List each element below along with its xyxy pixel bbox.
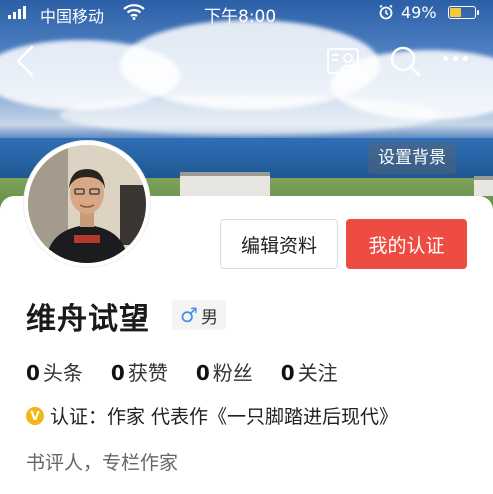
wifi-icon [123,4,145,24]
stat-likes[interactable]: 0 获赞 [111,357,168,386]
stat-label: 头条 [42,361,83,385]
alarm-icon [378,4,394,24]
signal-icon [8,6,26,19]
building [474,176,493,196]
stat-following[interactable]: 0 关注 [281,357,338,386]
cloud [60,95,440,135]
verification-text: 认证：作家 代表作《一只脚踏进后现代》 [50,406,399,428]
back-icon[interactable] [12,44,38,82]
avatar[interactable] [24,141,150,267]
stat-value: 0 [195,361,210,385]
stats-row: 0 头条 0 获赞 0 粉丝 0 关注 [26,357,366,386]
stat-label: 关注 [297,361,338,385]
more-icon[interactable] [443,56,468,61]
verified-badge-icon: V [26,406,44,425]
male-icon: ♂ [180,303,198,327]
search-icon[interactable] [389,45,421,81]
set-background-button[interactable]: 设置背景 [368,142,456,174]
clock: 下午8:00 [204,7,277,27]
verification-row: V 认证：作家 代表作《一只脚踏进后现代》 [26,402,398,429]
bio-text: 书评人，专栏作家 [26,452,179,474]
gender-label: 男 [200,307,218,328]
battery-icon [448,6,479,19]
my-certification-button[interactable]: 我的认证 [346,219,467,269]
stat-value: 0 [110,361,125,385]
carrier-name: 中国移动 [40,7,105,26]
stat-followers[interactable]: 0 粉丝 [196,357,253,386]
battery-percent: 49% [401,3,437,22]
stat-headlines[interactable]: 0 头条 [26,357,83,386]
edit-profile-button[interactable]: 编辑资料 [220,219,338,269]
gender-badge: ♂ 男 [172,300,226,330]
stat-label: 粉丝 [212,361,253,385]
battery-fill [450,8,462,17]
contact-card-icon[interactable] [326,46,360,80]
building [180,172,270,198]
profile-name: 维舟试望 [26,302,150,337]
stat-value: 0 [280,361,295,385]
stat-label: 获赞 [127,361,168,385]
stat-value: 0 [26,361,40,385]
status-bar: 中国移动 下午8:00 49% [0,0,493,27]
